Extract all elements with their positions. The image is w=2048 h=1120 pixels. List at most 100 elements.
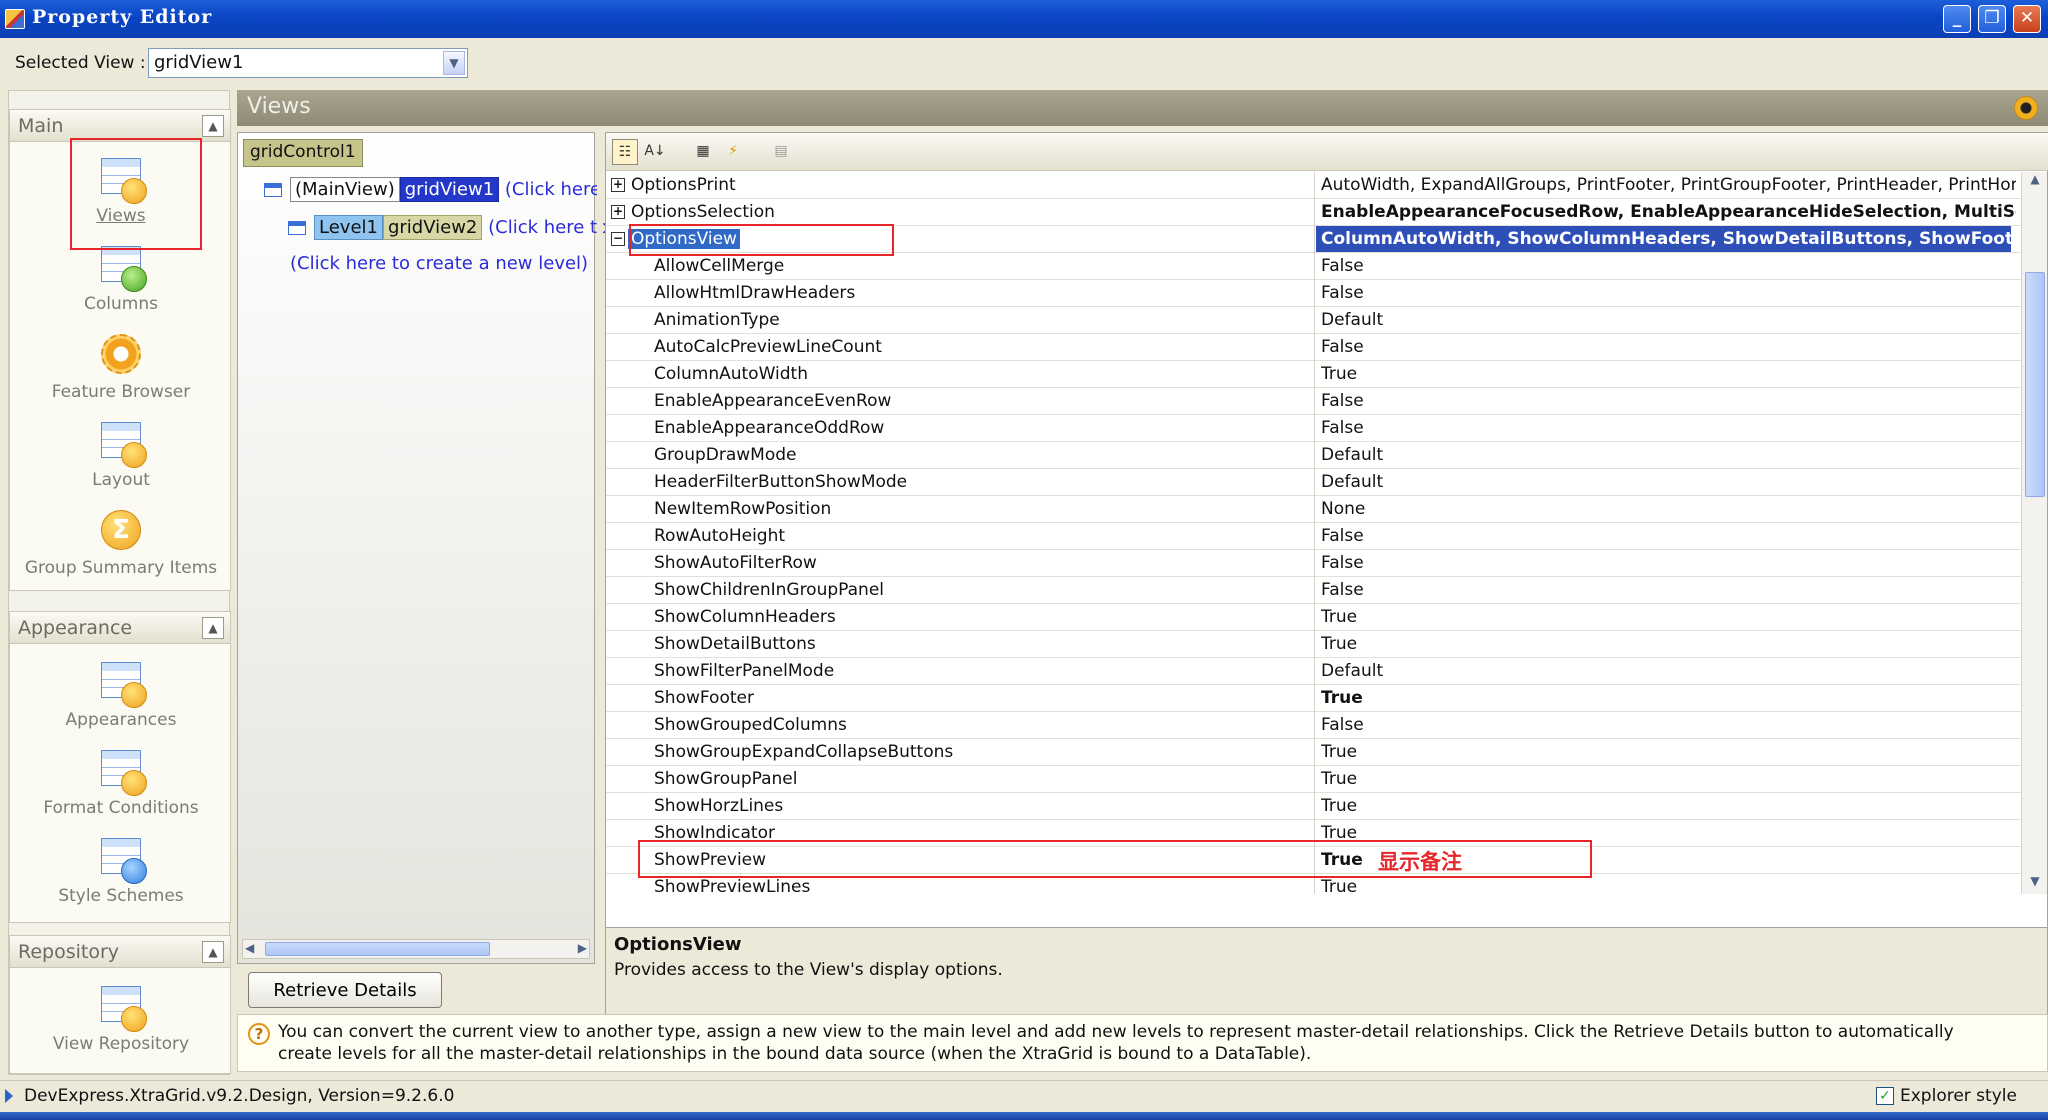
property-row[interactable]: + OptionsSelection EnableAppearanceFocused… bbox=[606, 199, 2021, 226]
property-row[interactable]: GroupDrawMode Default bbox=[606, 442, 2021, 469]
property-row[interactable]: ShowGroupPanel True bbox=[606, 766, 2021, 793]
property-row[interactable]: AllowCellMerge False bbox=[606, 253, 2021, 280]
explorer-style-checkbox[interactable]: ✓ bbox=[1876, 1087, 1894, 1105]
nav-item-style-schemes[interactable]: Style Schemes bbox=[10, 834, 232, 906]
nav-group-header[interactable]: Appearance ▲ bbox=[10, 612, 230, 644]
nav-item-feature-browser[interactable]: Feature Browser bbox=[10, 330, 232, 402]
nav-item-group-summary-items[interactable]: Σ Group Summary Items bbox=[10, 506, 232, 578]
collapse-icon[interactable]: ▲ bbox=[202, 115, 224, 137]
alphabetical-icon[interactable]: A↓ bbox=[642, 139, 668, 165]
column-divider[interactable] bbox=[1314, 415, 1315, 442]
property-value[interactable]: AutoWidth, ExpandAllGroups, PrintFooter,… bbox=[1321, 175, 2016, 195]
property-row[interactable]: HeaderFilterButtonShowMode Default bbox=[606, 469, 2021, 496]
property-row[interactable]: EnableAppearanceEvenRow False bbox=[606, 388, 2021, 415]
column-divider[interactable] bbox=[1314, 685, 1315, 712]
property-row[interactable]: ShowDetailButtons True bbox=[606, 631, 2021, 658]
column-divider[interactable] bbox=[1314, 496, 1315, 523]
property-pages-icon[interactable]: ▤ bbox=[768, 139, 794, 165]
property-row[interactable]: RowAutoHeight False bbox=[606, 523, 2021, 550]
column-divider[interactable] bbox=[1314, 631, 1315, 658]
property-value[interactable]: True bbox=[1321, 877, 2016, 894]
property-value[interactable]: False bbox=[1321, 283, 2016, 303]
property-row[interactable]: ShowFooter True bbox=[606, 685, 2021, 712]
property-value[interactable]: True bbox=[1321, 796, 2016, 816]
expand-icon[interactable]: + bbox=[611, 178, 625, 192]
collapse-icon[interactable]: − bbox=[611, 232, 625, 246]
column-divider[interactable] bbox=[1314, 226, 1315, 253]
collapse-icon[interactable]: ▲ bbox=[202, 941, 224, 963]
property-value[interactable]: Default bbox=[1321, 445, 2016, 465]
property-value[interactable]: ColumnAutoWidth, ShowColumnHeaders, Show… bbox=[1316, 226, 2011, 252]
create-level-link[interactable]: (Click here to create a new level) bbox=[290, 253, 588, 274]
column-divider[interactable] bbox=[1314, 361, 1315, 388]
categorized-icon[interactable]: ☷ bbox=[612, 139, 638, 165]
scroll-thumb[interactable] bbox=[265, 942, 490, 956]
property-value[interactable]: Default bbox=[1321, 310, 2016, 330]
column-divider[interactable] bbox=[1314, 172, 1315, 199]
restore-button[interactable]: ❐ bbox=[1978, 5, 2006, 33]
info-icon[interactable] bbox=[2014, 96, 2038, 120]
property-value[interactable]: True bbox=[1321, 364, 2016, 384]
property-row[interactable]: ShowChildrenInGroupPanel False bbox=[606, 577, 2021, 604]
property-value[interactable]: False bbox=[1321, 418, 2016, 438]
scroll-up-icon[interactable]: ▲ bbox=[2022, 172, 2048, 192]
property-value[interactable]: EnableAppearanceFocusedRow, EnableAppear… bbox=[1321, 202, 2016, 222]
column-divider[interactable] bbox=[1314, 307, 1315, 334]
column-divider[interactable] bbox=[1314, 442, 1315, 469]
column-divider[interactable] bbox=[1314, 766, 1315, 793]
column-divider[interactable] bbox=[1314, 523, 1315, 550]
splitter[interactable] bbox=[597, 132, 603, 1012]
collapse-icon[interactable]: ▲ bbox=[202, 617, 224, 639]
scroll-left-icon[interactable]: ◀ bbox=[245, 941, 254, 955]
nav-item-appearances[interactable]: Appearances bbox=[10, 658, 232, 730]
property-row[interactable]: EnableAppearanceOddRow False bbox=[606, 415, 2021, 442]
property-row[interactable]: ShowAutoFilterRow False bbox=[606, 550, 2021, 577]
minimize-button[interactable]: _ bbox=[1943, 5, 1971, 33]
column-divider[interactable] bbox=[1314, 199, 1315, 226]
column-divider[interactable] bbox=[1314, 577, 1315, 604]
tree-horizontal-scrollbar[interactable]: ◀ ▶ bbox=[242, 939, 590, 959]
property-row[interactable]: ShowColumnHeaders True bbox=[606, 604, 2021, 631]
column-divider[interactable] bbox=[1314, 658, 1315, 685]
events-icon[interactable]: ⚡ bbox=[720, 139, 746, 165]
scroll-down-icon[interactable]: ▼ bbox=[2022, 874, 2048, 894]
scroll-right-icon[interactable]: ▶ bbox=[578, 941, 587, 955]
property-row[interactable]: AllowHtmlDrawHeaders False bbox=[606, 280, 2021, 307]
chevron-down-icon[interactable]: ▼ bbox=[443, 51, 465, 75]
property-value[interactable]: True bbox=[1321, 634, 2016, 654]
grid-view2-label[interactable]: gridView2 bbox=[382, 215, 483, 240]
column-divider[interactable] bbox=[1314, 469, 1315, 496]
retrieve-details-button[interactable]: Retrieve Details bbox=[248, 972, 442, 1008]
close-button[interactable]: ✕ bbox=[2013, 5, 2041, 33]
property-value[interactable]: False bbox=[1321, 337, 2016, 357]
property-row[interactable]: AutoCalcPreviewLineCount False bbox=[606, 334, 2021, 361]
column-divider[interactable] bbox=[1314, 793, 1315, 820]
property-value[interactable]: None bbox=[1321, 499, 2016, 519]
column-divider[interactable] bbox=[1314, 550, 1315, 577]
property-row[interactable]: ShowGroupExpandCollapseButtons True bbox=[606, 739, 2021, 766]
nav-item-layout[interactable]: Layout bbox=[10, 418, 232, 490]
property-row[interactable]: ColumnAutoWidth True bbox=[606, 361, 2021, 388]
grid-view1-label[interactable]: gridView1 bbox=[399, 177, 500, 202]
nav-item-format-conditions[interactable]: Format Conditions bbox=[10, 746, 232, 818]
column-divider[interactable] bbox=[1314, 253, 1315, 280]
level1-label[interactable]: Level1 bbox=[314, 215, 383, 240]
property-row[interactable]: NewItemRowPosition None bbox=[606, 496, 2021, 523]
property-value[interactable]: True bbox=[1321, 742, 2016, 762]
property-row[interactable]: + OptionsPrint AutoWidth, ExpandAllGroups,… bbox=[606, 172, 2021, 199]
property-row[interactable]: ShowFilterPanelMode Default bbox=[606, 658, 2021, 685]
nav-item-columns[interactable]: Columns bbox=[10, 242, 232, 314]
expand-icon[interactable]: + bbox=[611, 205, 625, 219]
selected-view-combo[interactable]: gridView1 ▼ bbox=[148, 48, 468, 78]
column-divider[interactable] bbox=[1314, 712, 1315, 739]
property-value[interactable]: False bbox=[1321, 715, 2016, 735]
column-divider[interactable] bbox=[1314, 388, 1315, 415]
property-value[interactable]: False bbox=[1321, 553, 2016, 573]
property-value[interactable]: True bbox=[1321, 688, 2016, 708]
scroll-thumb[interactable] bbox=[2025, 272, 2045, 497]
nav-item-view-repository[interactable]: View Repository bbox=[10, 982, 230, 1054]
property-row[interactable]: ShowGroupedColumns False bbox=[606, 712, 2021, 739]
property-value[interactable]: False bbox=[1321, 256, 2016, 276]
column-divider[interactable] bbox=[1314, 604, 1315, 631]
column-divider[interactable] bbox=[1314, 739, 1315, 766]
